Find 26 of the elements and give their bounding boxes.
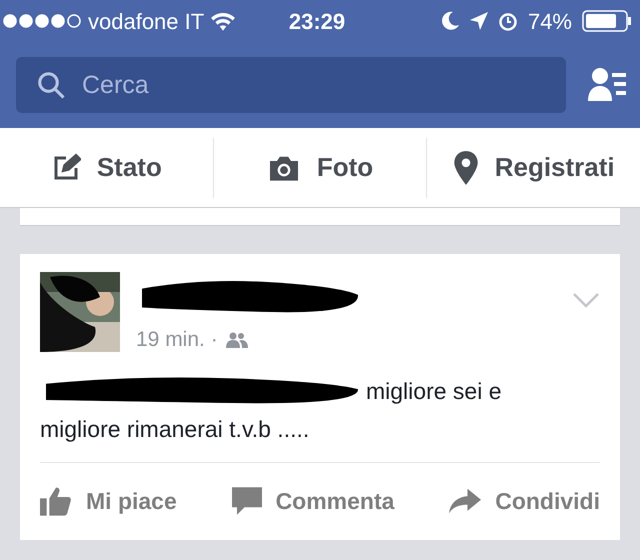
alarm-icon	[498, 11, 518, 31]
moon-icon	[440, 11, 460, 31]
wifi-icon	[210, 11, 236, 31]
post-time: 19 min. ·	[136, 327, 218, 353]
location-arrow-icon	[470, 12, 488, 30]
composer-button[interactable]: Stato	[0, 138, 213, 198]
action-button[interactable]: Condividi	[449, 484, 600, 518]
action-button[interactable]: Mi piace	[40, 484, 177, 518]
friends-list-icon[interactable]	[588, 67, 626, 103]
search-icon	[36, 70, 66, 100]
friends-icon	[226, 332, 248, 348]
share-arrow-icon	[449, 488, 482, 514]
thumbs-up-icon	[40, 486, 72, 516]
battery-icon	[582, 10, 632, 32]
composer-button[interactable]: Registrati	[426, 138, 640, 198]
action-button[interactable]: Commenta	[232, 484, 394, 518]
post-text: migliore sei e	[366, 376, 502, 406]
speech-bubble-icon	[232, 487, 262, 516]
search-field[interactable]: Cerca	[16, 57, 566, 113]
post-text: migliore rimanerai t.v.b .....	[40, 414, 310, 444]
clock-time: 23:29	[288, 8, 346, 36]
battery-percent: 74%	[528, 8, 572, 36]
signal-icon	[2, 14, 82, 28]
carrier-name: vodafone IT	[88, 8, 204, 36]
location-pin-icon	[452, 150, 479, 184]
composer-button[interactable]: Foto	[212, 138, 426, 198]
